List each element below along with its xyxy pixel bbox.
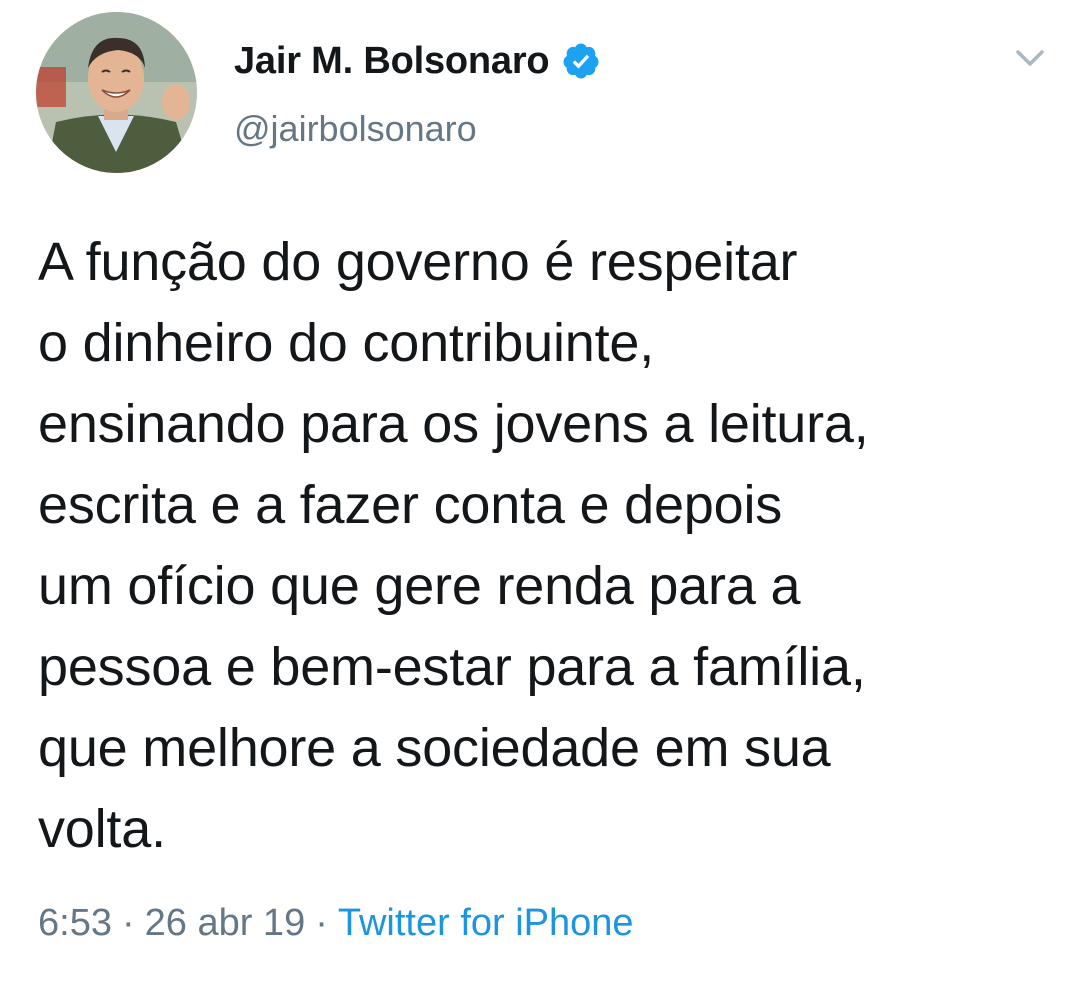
avatar[interactable]: [36, 12, 197, 173]
display-name[interactable]: Jair M. Bolsonaro: [234, 40, 550, 83]
author-row: Jair M. Bolsonaro: [234, 36, 601, 86]
tweet: Jair M. Bolsonaro @jairbolsonaro A funçã…: [0, 0, 1080, 989]
meta-separator: ·: [121, 902, 135, 944]
tweet-source-link[interactable]: Twitter for iPhone: [338, 902, 634, 944]
tweet-text: A função do governo é respeitar o dinhei…: [38, 232, 869, 859]
author-handle[interactable]: @jairbolsonaro: [234, 108, 477, 150]
meta-separator: ·: [315, 902, 328, 944]
avatar-image: [36, 12, 197, 173]
tweet-time[interactable]: 6:53: [38, 902, 112, 944]
verified-badge-icon: [561, 41, 601, 81]
chevron-down-icon[interactable]: [1010, 38, 1050, 78]
tweet-metadata: 6:53 · 26 abr 19 · Twitter for iPhone: [38, 902, 634, 945]
tweet-date[interactable]: 26 abr 19: [145, 902, 306, 944]
